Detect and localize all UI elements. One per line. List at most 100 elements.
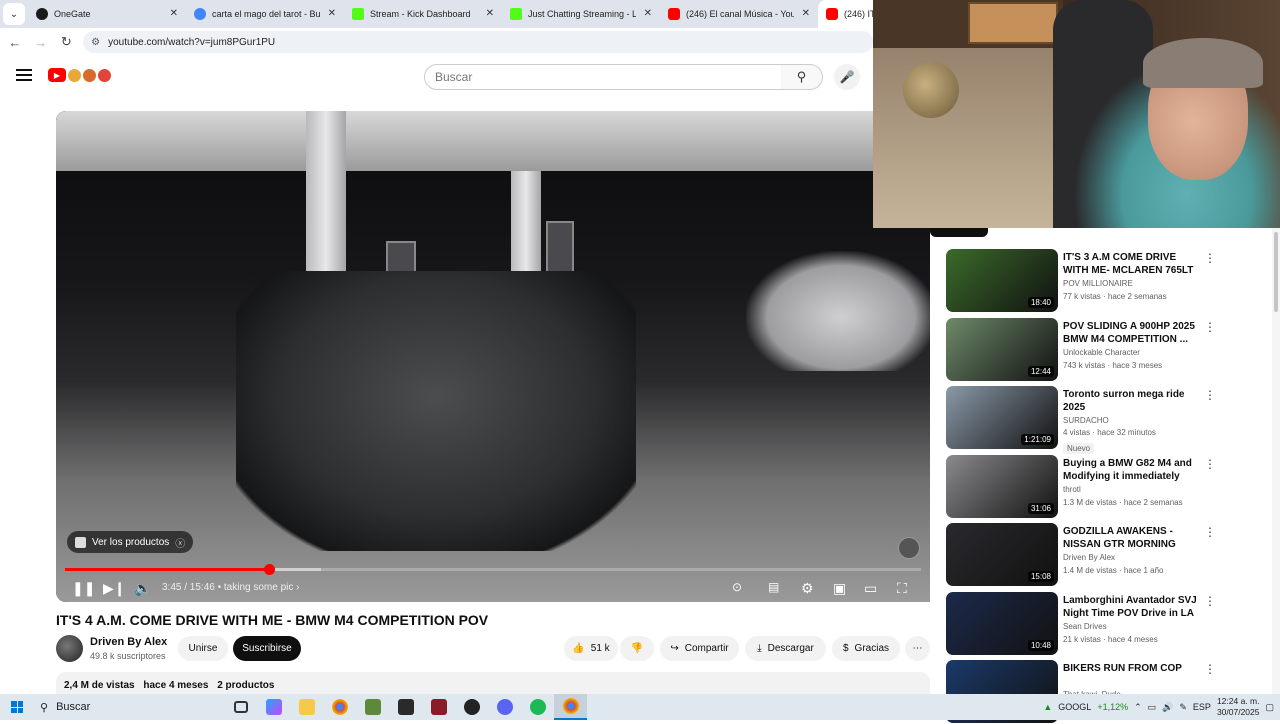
more-options-icon[interactable]: ⋮ — [1204, 388, 1216, 402]
recommended-channel[interactable]: POV MILLIONAIRE — [1063, 279, 1133, 288]
chrome-active-icon[interactable] — [554, 694, 587, 720]
page-scrollbar[interactable] — [1272, 228, 1280, 694]
more-actions-button[interactable]: ⋯ — [905, 636, 930, 661]
channel-name[interactable]: Driven By Alex — [90, 636, 167, 648]
close-tab-icon[interactable]: ✕ — [170, 8, 178, 19]
minecraft-icon[interactable] — [356, 694, 389, 720]
network-icon[interactable]: ▭ — [1148, 702, 1157, 713]
close-tab-icon[interactable]: ✕ — [486, 8, 494, 19]
pause-icon[interactable]: ❚❚ — [72, 580, 95, 597]
thanks-button[interactable]: $ Gracias — [832, 636, 900, 661]
video-thumbnail[interactable]: 10:48 — [946, 591, 1058, 655]
reload-icon[interactable]: ↻ — [55, 34, 77, 50]
tab-kick-dashboard[interactable]: Stream - Kick Dashboard ✕ — [344, 0, 502, 28]
recommended-video[interactable]: 31:06 Buying a BMW G82 M4 and Modifying i… — [946, 454, 1246, 519]
voice-search-button[interactable]: 🎤 — [834, 64, 860, 90]
more-options-icon[interactable]: ⋮ — [1204, 594, 1216, 608]
back-arrow-icon[interactable]: ← — [4, 35, 26, 50]
subtitles-icon[interactable]: ▤ — [768, 580, 779, 594]
more-options-icon[interactable]: ⋮ — [1204, 251, 1216, 265]
share-button[interactable]: ↪ Compartir — [660, 636, 739, 661]
copilot-icon[interactable] — [257, 694, 290, 720]
tab-search-button[interactable]: ⌄ — [3, 3, 25, 25]
spotify-icon[interactable] — [521, 694, 554, 720]
stock-name[interactable]: GOOGL — [1058, 702, 1091, 712]
recommended-video[interactable]: 10:48 Lamborghini Avantador SVJ Night Tim… — [946, 591, 1246, 656]
volume-icon[interactable]: 🔈 — [134, 580, 151, 597]
fullscreen-icon[interactable]: ⛶ — [897, 580, 907, 597]
video-thumbnail[interactable]: 18:40 — [946, 249, 1058, 312]
recommended-channel[interactable]: Driven By Alex — [1063, 553, 1115, 562]
like-button[interactable]: 👍 51 k — [564, 636, 618, 661]
site-info-icon[interactable]: ⚙ — [91, 37, 100, 48]
recommended-title[interactable]: IT'S 3 A.M COME DRIVE WITH ME- MCLAREN 7… — [1063, 251, 1203, 277]
show-hidden-icons-icon[interactable]: ⌃ — [1134, 702, 1142, 713]
obs-icon[interactable] — [455, 694, 488, 720]
recommended-video[interactable]: 15:08 GODZILLA AWAKENS - NISSAN GTR MORNI… — [946, 523, 1246, 587]
file-explorer-icon[interactable] — [290, 694, 323, 720]
task-view-icon[interactable] — [224, 694, 257, 720]
menu-icon[interactable] — [16, 69, 32, 81]
recommended-channel[interactable]: throtl — [1063, 485, 1081, 494]
more-options-icon[interactable]: ⋮ — [1204, 662, 1216, 676]
theater-mode-icon[interactable]: ▭ — [864, 580, 877, 597]
tab-google-search[interactable]: carta el mago del tarot - Buscar ✕ — [186, 0, 344, 28]
dislike-button[interactable]: 👎 — [620, 636, 654, 661]
next-icon[interactable]: ▶❙ — [103, 580, 126, 597]
search-button[interactable]: ⚲ — [781, 64, 823, 90]
notifications-icon[interactable]: ▢ — [1265, 702, 1274, 713]
pen-icon[interactable]: ✎ — [1179, 702, 1187, 713]
recommended-title[interactable]: Buying a BMW G82 M4 and Modifying it imm… — [1063, 457, 1203, 483]
video-thumbnail[interactable]: 12:44 — [946, 317, 1058, 381]
progress-bar[interactable] — [65, 564, 921, 575]
language-indicator[interactable]: ESP — [1193, 702, 1211, 712]
channel-avatar[interactable] — [56, 635, 83, 662]
recommended-video[interactable]: 1:21:09 Toronto surron mega ride 2025 SURD… — [946, 386, 1246, 454]
recommended-title[interactable]: POV SLIDING A 900HP 2025 BMW M4 COMPETIT… — [1063, 320, 1203, 346]
start-button[interactable] — [0, 694, 34, 720]
youtube-logo[interactable]: ▶ — [48, 68, 111, 82]
close-tab-icon[interactable]: ✕ — [644, 8, 652, 19]
recommended-title[interactable]: BIKERS RUN FROM COP — [1063, 662, 1203, 675]
scrubber-handle[interactable] — [264, 564, 275, 575]
video-thumbnail[interactable]: 1:21:09 — [946, 386, 1058, 449]
recommended-video[interactable]: 12:44 POV SLIDING A 900HP 2025 BMW M4 COM… — [946, 317, 1246, 382]
stock-widget-icon[interactable]: ▲ — [1043, 702, 1052, 712]
view-products-chip[interactable]: Ver los productos ⓧ — [67, 531, 194, 553]
dismiss-icon[interactable]: ⓧ — [175, 535, 185, 550]
chapter-title[interactable]: taking some pic — [224, 582, 293, 593]
more-options-icon[interactable]: ⋮ — [1204, 525, 1216, 539]
recommended-channel[interactable]: Unlockable Character — [1063, 348, 1140, 357]
settings-gear-icon[interactable]: ⚙ — [801, 580, 814, 597]
video-thumbnail[interactable]: 15:08 — [946, 523, 1058, 586]
miniplayer-icon[interactable]: ▣ — [833, 580, 846, 597]
close-tab-icon[interactable]: ✕ — [802, 8, 810, 19]
recommended-channel[interactable]: SURDACHO — [1063, 416, 1109, 425]
recommended-title[interactable]: GODZILLA AWAKENS - NISSAN GTR MORNING DR… — [1063, 525, 1203, 551]
tab-youtube-musica[interactable]: (246) El canal Música - YouTube ✕ — [660, 0, 818, 28]
join-button[interactable]: Unirse — [178, 636, 228, 661]
filter-chip-all[interactable] — [930, 228, 988, 237]
video-thumbnail[interactable]: 31:06 — [946, 454, 1058, 518]
epic-games-icon[interactable] — [389, 694, 422, 720]
recommended-channel[interactable]: Sean Drives — [1063, 622, 1107, 631]
recommended-title[interactable]: Toronto surron mega ride 2025 — [1063, 388, 1203, 414]
app-icon[interactable] — [422, 694, 455, 720]
more-options-icon[interactable]: ⋮ — [1204, 457, 1216, 471]
autoplay-toggle-icon[interactable]: ⊙ — [732, 580, 742, 594]
close-tab-icon[interactable]: ✕ — [328, 8, 336, 19]
url-field[interactable]: ⚙ youtube.com/watch?v=jum8PGur1PU — [83, 31, 873, 53]
chrome-icon[interactable] — [323, 694, 356, 720]
tab-onegate[interactable]: OneGate ✕ — [28, 0, 186, 28]
clock[interactable]: 12:24 a. m. 30/07/2025 — [1217, 696, 1260, 718]
recommended-title[interactable]: Lamborghini Avantador SVJ Night Time POV… — [1063, 594, 1203, 620]
discord-icon[interactable] — [488, 694, 521, 720]
video-player[interactable]: Ver los productos ⓧ ❚❚ ▶❙ 🔈 3:45 / 15:46… — [56, 111, 930, 602]
download-button[interactable]: ⤓ Descargar — [745, 636, 826, 661]
tab-kick-live[interactable]: Just Chatting Streaming - Live S ✕ — [502, 0, 660, 28]
subscribe-button[interactable]: Suscribirse — [233, 636, 301, 661]
forward-arrow-icon[interactable]: → — [30, 35, 52, 50]
volume-tray-icon[interactable]: 🔊 — [1162, 702, 1173, 713]
more-options-icon[interactable]: ⋮ — [1204, 320, 1216, 334]
taskbar-search[interactable]: ⚲ Buscar — [34, 694, 224, 720]
